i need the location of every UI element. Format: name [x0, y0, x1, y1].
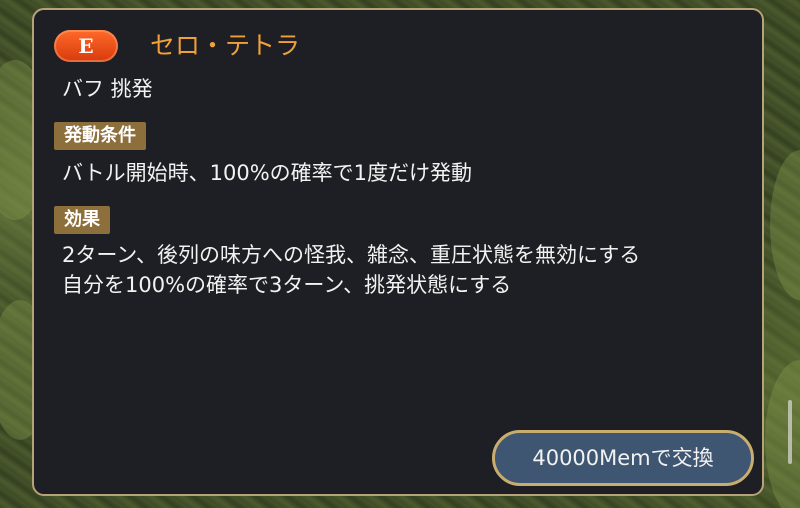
condition-label: 発動条件	[54, 122, 146, 150]
effect-text-line-2: 自分を100%の確率で3ターン、挑発状態にする	[62, 273, 512, 297]
skill-tags: バフ 挑発	[62, 77, 153, 101]
effect-label: 効果	[54, 206, 110, 234]
skill-name: セロ・テトラ	[150, 31, 301, 60]
rank-badge: E	[54, 30, 118, 62]
exchange-button[interactable]: 40000Memで交換	[492, 430, 754, 486]
skill-detail-panel: E セロ・テトラ バフ 挑発 発動条件 バトル開始時、100%の確率で1度だけ発…	[32, 8, 764, 496]
effect-text-line-1: 2ターン、後列の味方への怪我、雑念、重圧状態を無効にする	[62, 243, 641, 267]
background-leaf	[770, 150, 800, 300]
condition-text: バトル開始時、100%の確率で1度だけ発動	[62, 161, 473, 185]
scrollbar[interactable]	[788, 400, 792, 464]
background-leaf	[765, 360, 800, 508]
